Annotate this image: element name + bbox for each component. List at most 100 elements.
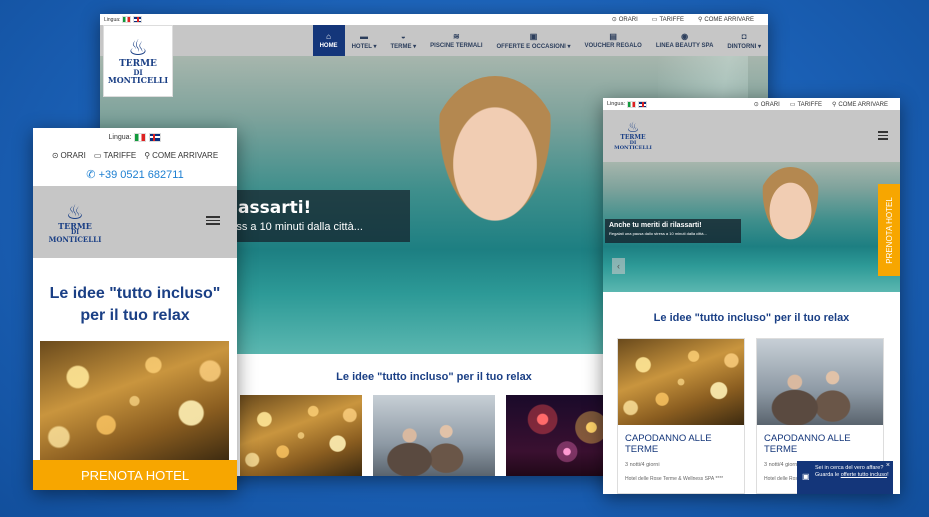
offer-card-image: [757, 339, 883, 425]
hamburger-menu-icon[interactable]: [878, 129, 888, 142]
utility-link-come-arrivare[interactable]: ⚲ COME ARRIVARE: [698, 16, 754, 23]
nav-item-label: HOME: [319, 43, 338, 49]
popup-close-icon[interactable]: ×: [886, 461, 890, 470]
chevron-left-icon: ‹: [617, 261, 620, 271]
nav-item-linea-beauty-spa[interactable]: ◉ LINEA BEAUTY SPA: [649, 25, 721, 56]
tablet-top-bar: Lingua: ⊙ ORARI ▭ TARIFFE ⚲ COME ARRIVARE: [603, 98, 900, 110]
nav-item-hotel[interactable]: ▬ HOTEL ▾: [345, 25, 384, 56]
mobile-frame: Lingua: ⊙ ORARI ▭ TARIFFE ⚲ COME ARRIVARE ✆ +…: [33, 128, 237, 490]
offer-popup[interactable]: ▣ × Sei in cerca del vero affare? Guarda…: [797, 461, 893, 494]
offer-image-capodanno[interactable]: [240, 395, 362, 476]
home-icon: ⌂: [326, 32, 331, 41]
hero-subtitle: Regalati una pausa dallo stress a 10 min…: [609, 231, 707, 236]
map-pin-icon: ⚲: [832, 101, 837, 108]
offer-image-party[interactable]: [373, 395, 495, 476]
tablet-section-title: Le idee "tutto incluso" per il tuo relax: [653, 312, 850, 324]
nav-item-voucher-regalo[interactable]: ▤ VOUCHER REGALO: [578, 25, 649, 56]
utility-link-orari[interactable]: ⊙ ORARI: [612, 16, 638, 23]
uk-flag-icon[interactable]: [638, 100, 648, 108]
map-pin-icon: ⚲: [144, 150, 151, 160]
utility-link-label: TARIFFE: [103, 150, 137, 160]
tablet-frame: Lingua: ⊙ ORARI ▭ TARIFFE ⚲ COME ARRIVARE ♨ T…: [603, 98, 900, 494]
popup-line-1: Sei in cerca del vero affare?: [815, 465, 884, 471]
utility-link-label: COME ARRIVARE: [838, 101, 888, 108]
tablet-side-book-button[interactable]: PRENOTA HOTEL: [878, 184, 900, 276]
utility-link-label: TARIFFE: [797, 101, 823, 108]
utility-link-label: COME ARRIVARE: [152, 150, 219, 160]
utility-links: ⊙ ORARI ▭ TARIFFE ⚲ COME ARRIVARE: [602, 16, 764, 23]
site-logo[interactable]: ♨ TERME DI MONTICELLI: [41, 188, 109, 256]
nav-item-dintorni[interactable]: ◘ DINTORNI ▾: [720, 25, 768, 56]
utility-link-tariffe[interactable]: ▭ TARIFFE: [652, 16, 684, 23]
utility-links: ⊙ ORARI ▭ TARIFFE ⚲ COME ARRIVARE: [746, 101, 896, 108]
utility-link-label: ORARI: [760, 101, 780, 108]
nav-item-piscine-termali[interactable]: ≋ PISCINE TERMALI: [423, 25, 489, 56]
nav-item-label: DINTORNI ▾: [727, 43, 761, 50]
slider-prev-button[interactable]: ‹: [612, 258, 625, 274]
clock-icon: ⊙: [51, 150, 59, 160]
offer-card-hotel: Hotel delle Rose Terme & Wellness SPA **…: [625, 475, 724, 482]
desktop-top-bar: Lingua: ⊙ ORARI ▭ TARIFFE ⚲ COME ARRIVARE: [100, 14, 768, 25]
mobile-phone-link[interactable]: ✆ +39 0521 682711: [33, 168, 237, 181]
utility-link-label: TARIFFE: [659, 17, 685, 23]
map-pin-icon: ⚲: [698, 17, 703, 23]
tablet-hero-image: Anche tu meriti di rilassarti! Regalati …: [603, 162, 900, 292]
uk-flag-icon[interactable]: [149, 132, 162, 142]
phone-number: +39 0521 682711: [98, 169, 184, 181]
lang-label: Lingua:: [104, 16, 121, 23]
hero-subtitle: stress a 10 minuti dalla città...: [218, 221, 363, 233]
nav-item-label: OFFERTE E OCCASIONI ▾: [496, 43, 571, 50]
phone-icon: ✆: [86, 169, 96, 181]
logo-line-3: MONTICELLI: [48, 234, 102, 244]
hamburger-menu-icon[interactable]: [206, 214, 220, 227]
hero-caption: rilassarti! stress a 10 minuti dalla cit…: [208, 190, 410, 242]
gift-icon: ▣: [802, 472, 810, 481]
logo-line-3: MONTICELLI: [614, 145, 652, 151]
offer-icon: ▣: [529, 31, 538, 41]
popup-offer-link[interactable]: offerte tutto incluso: [841, 472, 887, 478]
nav-item-terme[interactable]: ◒ TERME ▾: [383, 25, 423, 56]
nav-item-offerte-e-occasioni[interactable]: ▣ OFFERTE E OCCASIONI ▾: [490, 25, 578, 56]
offer-card-title: CAPODANNO ALLE TERME: [625, 433, 712, 456]
hero-woman-head: [430, 76, 560, 236]
hero-woman-head: [758, 167, 823, 247]
beauty-icon: ◉: [681, 32, 689, 41]
italian-flag-icon[interactable]: [627, 100, 637, 108]
lang-label: Lingua:: [108, 133, 132, 141]
nav-item-label: TERME ▾: [390, 43, 417, 50]
nav-item-label: LINEA BEAUTY SPA: [655, 43, 714, 49]
offer-card-duration: 3 notti/4 giorni: [625, 461, 660, 468]
site-logo[interactable]: ♨ TERME DI MONTICELLI: [609, 112, 657, 160]
mobile-language-selector: Lingua:: [33, 130, 237, 144]
nav-item-label: VOUCHER REGALO: [584, 43, 642, 49]
offer-image-capodanno[interactable]: [40, 341, 229, 461]
hero-title: Anche tu meriti di rilassarti!: [609, 222, 702, 229]
utility-link-tariffe[interactable]: ▭ TARIFFE: [790, 101, 822, 108]
nav-item-home[interactable]: ⌂ HOME: [312, 25, 345, 56]
uk-flag-icon[interactable]: [133, 16, 143, 23]
side-button-label: PRENOTA HOTEL: [884, 196, 894, 264]
utility-link-come-arrivare[interactable]: ⚲ COME ARRIVARE: [832, 101, 888, 108]
utility-link-orari[interactable]: ⊙ ORARI: [754, 101, 780, 108]
italian-flag-icon[interactable]: [134, 132, 147, 142]
nav-item-label: HOTEL ▾: [351, 43, 377, 50]
offer-card-image: [618, 339, 744, 425]
logo-figure-icon: ♨: [66, 199, 84, 224]
offer-card-title: CAPODANNO ALLE TERME: [764, 433, 851, 456]
language-selector: Lingua:: [104, 16, 143, 23]
hero-title: rilassarti!: [218, 198, 312, 218]
main-navigation: ⌂ HOME ▬ HOTEL ▾ ◒ TERME ▾ ≋ PISCINE TERMALI ▣ OF…: [100, 25, 768, 56]
ticket-icon: ▭: [93, 150, 102, 160]
utility-link-come-arrivare[interactable]: ⚲ COME ARRIVARE: [144, 151, 218, 160]
site-logo[interactable]: ♨ TERME DI MONTICELLI: [103, 25, 173, 97]
tablet-header-bar: ♨ TERME DI MONTICELLI: [603, 110, 900, 162]
hero-caption: Anche tu meriti di rilassarti! Regalati …: [605, 219, 741, 243]
utility-link-tariffe[interactable]: ▭ TARIFFE: [94, 151, 136, 160]
offer-card[interactable]: CAPODANNO ALLE TERME 3 notti/4 giorni Hote…: [617, 338, 745, 494]
popup-line-2: Guarda le offerte tutto incluso!: [815, 472, 889, 479]
utility-link-label: COME ARRIVARE: [704, 17, 754, 23]
utility-link-orari[interactable]: ⊙ ORARI: [52, 151, 86, 160]
italian-flag-icon[interactable]: [122, 16, 132, 23]
mobile-book-button[interactable]: PRENOTA HOTEL: [33, 460, 237, 490]
mobile-section-title: Le idee "tutto incluso" per il tuo relax: [49, 285, 221, 324]
